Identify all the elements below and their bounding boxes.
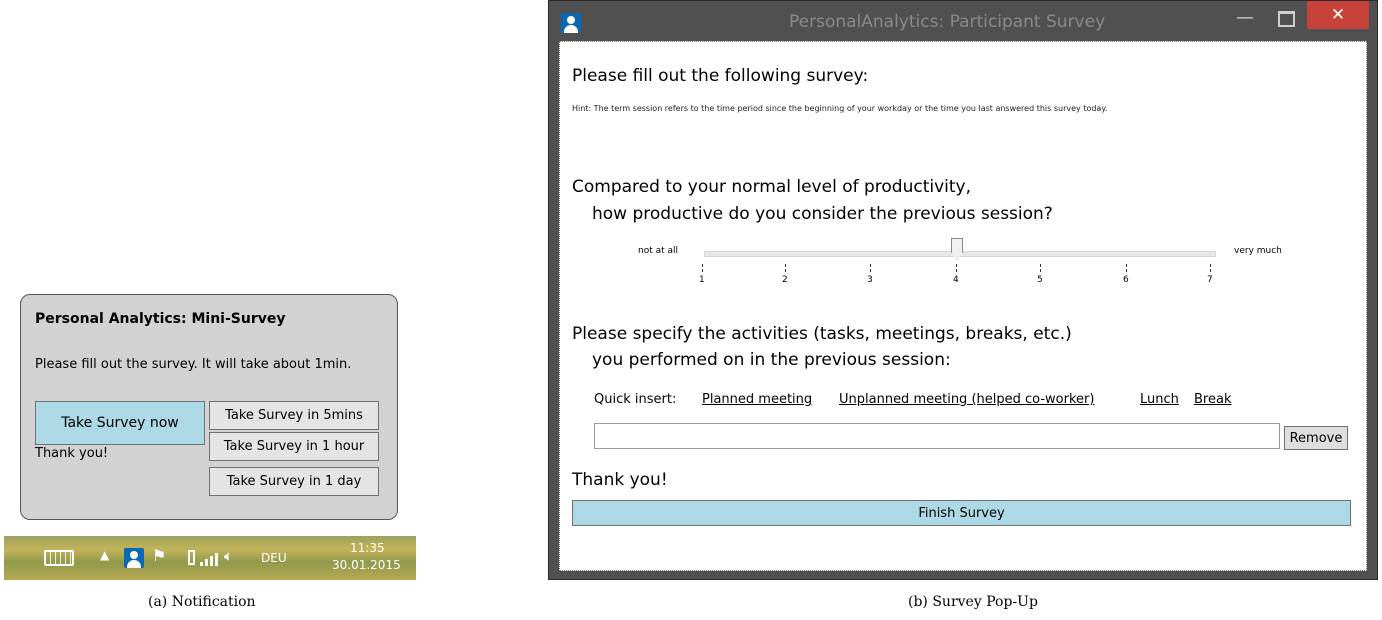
question1-line1: Compared to your normal level of product… bbox=[572, 177, 972, 197]
remove-button[interactable]: Remove bbox=[1284, 426, 1348, 450]
input-language[interactable]: DEU bbox=[261, 551, 287, 565]
caption-survey-popup: (b) Survey Pop-Up bbox=[908, 594, 1038, 610]
slider-tick-label: 4 bbox=[953, 275, 959, 285]
activity-input[interactable] bbox=[594, 423, 1280, 449]
quick-insert-label: Quick insert: bbox=[594, 392, 677, 407]
slider-tick-label: 5 bbox=[1037, 275, 1043, 285]
slider-high-label: very much bbox=[1234, 246, 1282, 256]
survey-hint: Hint: The term session refers to the tim… bbox=[572, 104, 1108, 113]
question2-line2: you performed on in the previous session… bbox=[592, 350, 951, 370]
quick-insert-planned-meeting[interactable]: Planned meeting bbox=[702, 392, 812, 407]
title-bar[interactable]: PersonalAnalytics: Participant Survey — … bbox=[549, 1, 1377, 41]
slider-tick bbox=[1040, 264, 1042, 272]
survey-thanks: Thank you! bbox=[572, 470, 668, 490]
slider-tick bbox=[870, 264, 872, 272]
slider-tick-label: 3 bbox=[867, 275, 873, 285]
slider-tick-label: 2 bbox=[782, 275, 788, 285]
survey-heading: Please fill out the following survey: bbox=[572, 66, 869, 86]
slider-tick bbox=[702, 264, 704, 272]
survey-window: PersonalAnalytics: Participant Survey — … bbox=[548, 0, 1378, 580]
app-icon bbox=[561, 13, 581, 33]
maximize-button[interactable] bbox=[1267, 3, 1303, 33]
minimize-button[interactable]: — bbox=[1227, 3, 1263, 33]
caption-notification: (a) Notification bbox=[148, 594, 256, 610]
signal-icon[interactable] bbox=[200, 552, 220, 566]
mini-survey-notification: Personal Analytics: Mini-Survey Please f… bbox=[20, 294, 398, 520]
take-survey-now-button[interactable]: Take Survey now bbox=[35, 401, 205, 445]
show-hidden-icons-icon[interactable]: ▲ bbox=[100, 548, 109, 562]
quick-insert-break[interactable]: Break bbox=[1194, 392, 1231, 407]
notification-title: Personal Analytics: Mini-Survey bbox=[35, 311, 286, 327]
slider-tick bbox=[785, 264, 787, 272]
slider-tick bbox=[1210, 264, 1212, 272]
slider-tick-label: 6 bbox=[1123, 275, 1129, 285]
slider-tick bbox=[1126, 264, 1128, 272]
notification-message: Please fill out the survey. It will take… bbox=[35, 357, 352, 372]
survey-content: Please fill out the following survey: Hi… bbox=[559, 41, 1367, 571]
power-icon[interactable] bbox=[188, 550, 195, 565]
keyboard-icon[interactable] bbox=[44, 550, 74, 566]
notification-thanks: Thank you! bbox=[35, 446, 109, 461]
finish-survey-button[interactable]: Finish Survey bbox=[572, 500, 1351, 526]
personal-analytics-icon[interactable] bbox=[124, 548, 144, 568]
slider-tick-label: 7 bbox=[1207, 275, 1213, 285]
close-button[interactable]: ✕ bbox=[1307, 1, 1369, 29]
slider-tick bbox=[956, 264, 958, 272]
question2-line1: Please specify the activities (tasks, me… bbox=[572, 324, 1072, 344]
speaker-icon[interactable]: 🔈︎ bbox=[224, 547, 233, 565]
taskbar: ▲ ⚑ 🔈︎ DEU 11:35 30.01.2015 bbox=[4, 536, 416, 580]
quick-insert-lunch[interactable]: Lunch bbox=[1140, 392, 1179, 407]
question1-line2: how productive do you consider the previ… bbox=[592, 204, 1053, 224]
flag-icon[interactable]: ⚑ bbox=[152, 546, 166, 565]
clock-date[interactable]: 30.01.2015 bbox=[332, 558, 401, 572]
slider-tick-label: 1 bbox=[699, 275, 705, 285]
take-survey-1day-button[interactable]: Take Survey in 1 day bbox=[209, 467, 379, 496]
quick-insert-unplanned-meeting[interactable]: Unplanned meeting (helped co-worker) bbox=[839, 392, 1094, 407]
take-survey-1hour-button[interactable]: Take Survey in 1 hour bbox=[209, 432, 379, 461]
clock-time[interactable]: 11:35 bbox=[350, 541, 385, 555]
slider-low-label: not at all bbox=[638, 246, 679, 256]
window-title: PersonalAnalytics: Participant Survey bbox=[789, 12, 1106, 32]
take-survey-5mins-button[interactable]: Take Survey in 5mins bbox=[209, 401, 379, 430]
